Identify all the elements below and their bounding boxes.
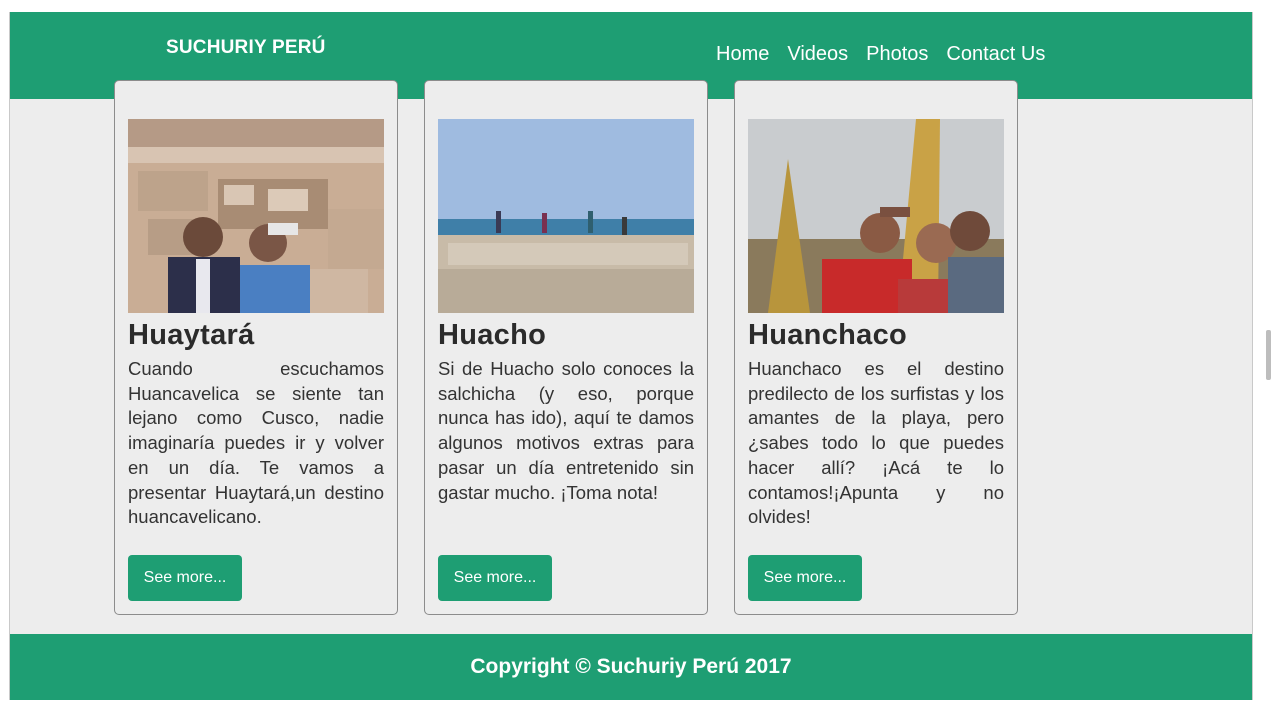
- card-photo: [438, 119, 694, 313]
- card-description: Huanchaco es el destino predilecto de lo…: [748, 358, 1004, 528]
- nav-photos-link[interactable]: Photos: [866, 43, 928, 66]
- page-scrollbar[interactable]: [1262, 0, 1274, 720]
- card-description: Cuando escuchamos Huancavelica se siente…: [128, 358, 384, 528]
- boats-photo: [748, 119, 1004, 313]
- main-nav: Home Videos Photos Contact Us: [716, 43, 1063, 66]
- ruins-photo: [128, 119, 384, 313]
- destination-card-huacho: Huacho Si de Huacho solo conoces la salc…: [424, 80, 708, 615]
- see-more-button[interactable]: See more...: [128, 555, 242, 601]
- card-title: Huaytará: [128, 319, 255, 351]
- card-title: Huanchaco: [748, 319, 908, 351]
- destination-card-huaytara: Huaytará Cuando escuchamos Huancavelica …: [114, 80, 398, 615]
- card-description: Si de Huacho solo conoces la salchicha (…: [438, 358, 694, 503]
- card-photo: [128, 119, 384, 313]
- destination-card-huanchaco: Huanchaco Huanchaco es el destino predil…: [734, 80, 1018, 615]
- card-photo: [748, 119, 1004, 313]
- page-frame: SUCHURIY PERÚ Home Videos Photos Contact…: [9, 12, 1253, 700]
- beach-photo: [438, 119, 694, 313]
- nav-home-link[interactable]: Home: [716, 43, 769, 66]
- card-title: Huacho: [438, 319, 547, 351]
- see-more-button[interactable]: See more...: [438, 555, 552, 601]
- nav-videos-link[interactable]: Videos: [787, 43, 848, 66]
- site-brand[interactable]: SUCHURIY PERÚ: [166, 37, 326, 59]
- copyright-text: Copyright © Suchuriy Perú 2017: [470, 655, 792, 678]
- site-footer: Copyright © Suchuriy Perú 2017: [10, 634, 1252, 700]
- scrollbar-thumb[interactable]: [1266, 330, 1271, 380]
- see-more-button[interactable]: See more...: [748, 555, 862, 601]
- nav-contact-link[interactable]: Contact Us: [946, 43, 1045, 66]
